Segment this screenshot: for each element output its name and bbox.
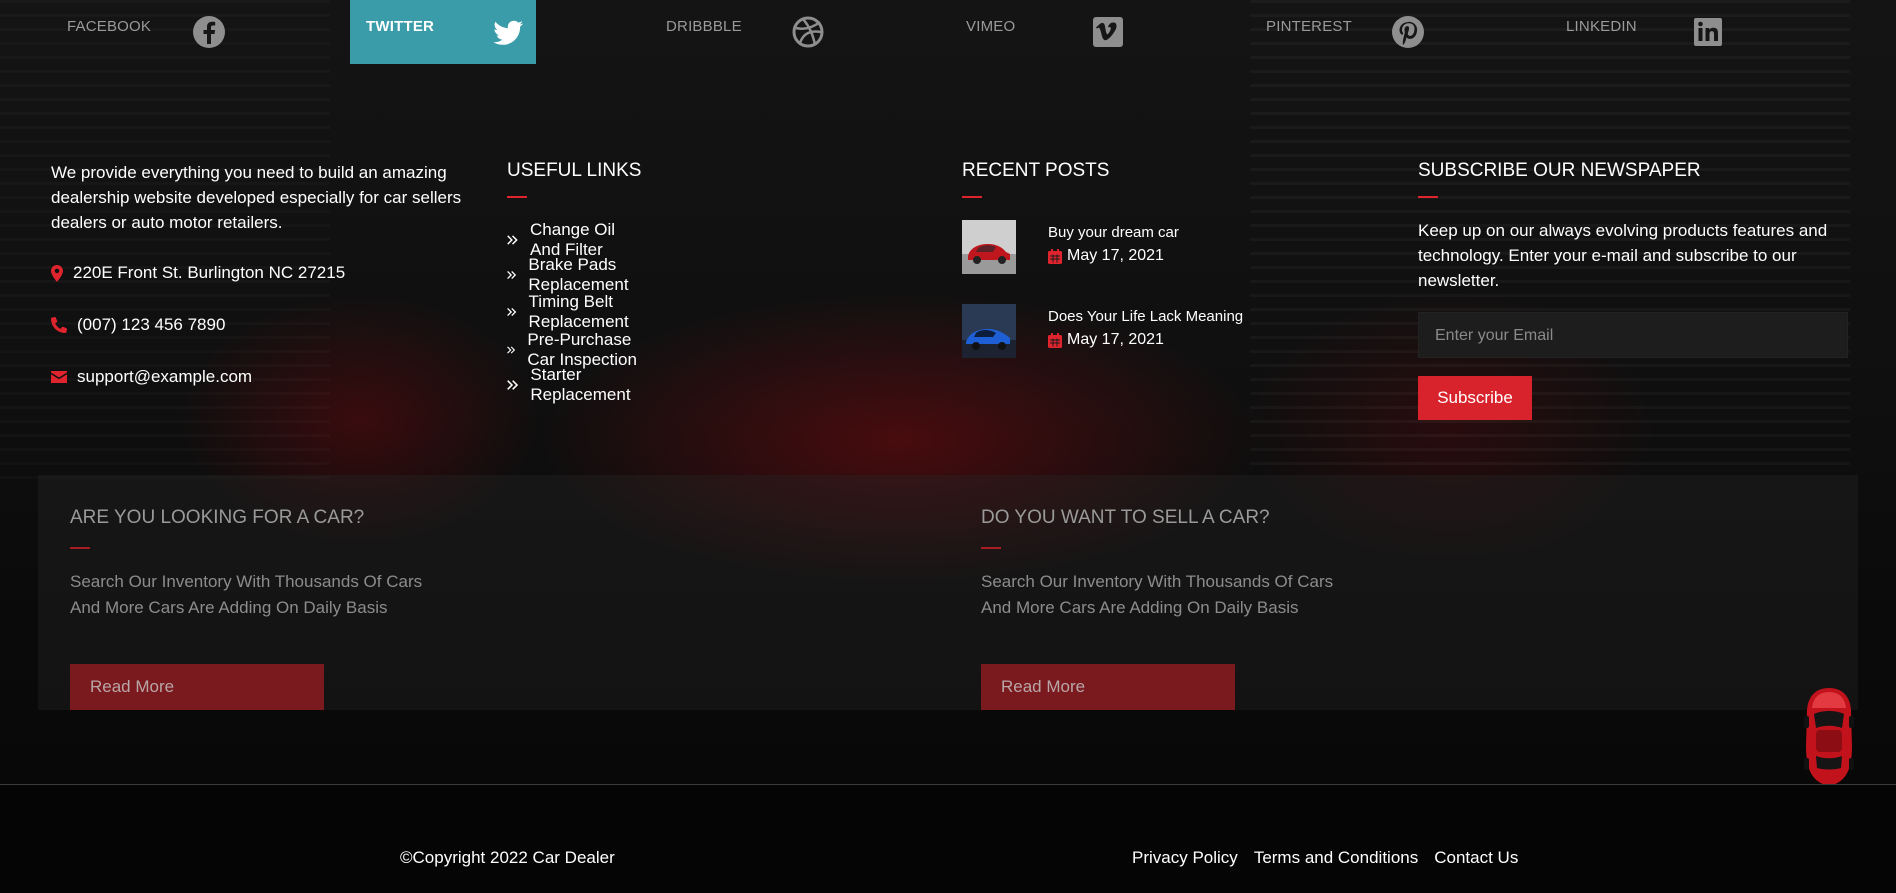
footer-bar [0, 785, 1896, 893]
phone-icon [51, 317, 67, 333]
calendar-icon [1048, 248, 1062, 264]
phone-text[interactable]: (007) 123 456 7890 [77, 315, 225, 335]
social-bar: FACEBOOK TWITTER DRIBBBLE VIMEO PINTERES… [0, 0, 1896, 64]
read-more-button[interactable]: Read More [70, 664, 324, 710]
background-shutter-left [0, 0, 330, 480]
linkedin-icon [1694, 18, 1722, 46]
read-more-button[interactable]: Read More [981, 664, 1235, 710]
cta-title: DO YOU WANT TO SELL A CAR? [981, 507, 1270, 528]
social-label: LINKEDIN [1566, 18, 1637, 35]
useful-link-label: Starter Replacement [530, 365, 631, 404]
phone-line: (007) 123 456 7890 [51, 315, 225, 335]
title-underline [1418, 196, 1438, 198]
privacy-policy-link[interactable]: Privacy Policy [1132, 848, 1238, 868]
post-date: May 17, 2021 [1048, 331, 1164, 349]
title-underline [981, 547, 1001, 549]
contact-us-link[interactable]: Contact Us [1434, 848, 1518, 868]
useful-link[interactable]: Change Oil And Filter [507, 220, 641, 260]
title-underline [507, 196, 527, 198]
post-thumbnail[interactable] [962, 220, 1016, 274]
useful-link-label: Timing Belt Replacement [528, 292, 629, 331]
social-label: DRIBBBLE [666, 18, 742, 35]
double-chevron-right-icon [507, 380, 519, 390]
social-label: FACEBOOK [67, 18, 152, 35]
post-date-text: May 17, 2021 [1067, 247, 1164, 264]
useful-link[interactable]: Starter Replacement [507, 365, 641, 405]
newsletter-widget: SUBSCRIBE OUR NEWSPAPER Keep up on our a… [1418, 160, 1858, 420]
widget-title: SUBSCRIBE OUR NEWSPAPER [1418, 160, 1701, 181]
recent-post[interactable]: Buy your dream car May 17, 2021 [962, 220, 1342, 276]
useful-link[interactable]: Brake Pads Replacement [507, 255, 641, 295]
copyright-text: ©Copyright 2022 Car Dealer [400, 848, 615, 867]
cta-text: Search Our Inventory With Thousands Of C… [981, 569, 1333, 621]
widget-title: USEFUL LINKS [507, 160, 642, 181]
cta-buy-car: ARE YOU LOOKING FOR A CAR? Search Our In… [70, 507, 422, 710]
about-widget: We provide everything you need to build … [51, 160, 471, 386]
double-chevron-right-icon [507, 346, 516, 354]
email-input[interactable]: Enter your Email [1418, 312, 1848, 358]
post-date: May 17, 2021 [1048, 247, 1164, 265]
recent-posts-widget: RECENT POSTS Buy your dream car May 17, … [962, 160, 1243, 358]
twitter-icon [493, 20, 524, 45]
address-line: 220E Front St. Burlington NC 27215 [51, 263, 345, 283]
useful-links-widget: USEFUL LINKS Change Oil And Filter Brake… [507, 160, 642, 404]
useful-link[interactable]: Pre-Purchase Car Inspection [507, 330, 641, 370]
post-title[interactable]: Does Your Life Lack Meaning [1048, 308, 1243, 325]
email-text[interactable]: support@example.com [77, 367, 252, 387]
recent-post[interactable]: Does Your Life Lack Meaning May 17, 2021 [962, 304, 1342, 360]
cta-sell-car: DO YOU WANT TO SELL A CAR? Search Our In… [981, 507, 1333, 710]
address-text: 220E Front St. Burlington NC 27215 [73, 263, 346, 282]
cta-text-line: And More Cars Are Adding On Daily Basis [70, 598, 388, 617]
map-pin-icon [51, 264, 63, 282]
post-title[interactable]: Buy your dream car [1048, 224, 1179, 241]
vimeo-icon [1093, 17, 1123, 47]
social-pinterest[interactable]: PINTEREST [1250, 0, 1436, 64]
social-facebook[interactable]: FACEBOOK [51, 0, 237, 64]
dribbble-icon [792, 16, 824, 48]
social-label: PINTEREST [1266, 18, 1352, 35]
double-chevron-right-icon [507, 235, 518, 245]
about-text: We provide everything you need to build … [51, 163, 462, 232]
cta-title: ARE YOU LOOKING FOR A CAR? [70, 507, 365, 528]
widget-title: RECENT POSTS [962, 160, 1110, 181]
social-label: TWITTER [366, 18, 435, 35]
facebook-icon [193, 16, 225, 48]
newsletter-text: Keep up on our always evolving products … [1418, 221, 1828, 290]
social-dribbble[interactable]: DRIBBBLE [650, 0, 836, 64]
terms-link[interactable]: Terms and Conditions [1254, 848, 1418, 868]
cta-text-line: Search Our Inventory With Thousands Of C… [70, 572, 423, 591]
social-linkedin[interactable]: LINKEDIN [1550, 0, 1736, 64]
useful-link-label: Change Oil And Filter [530, 220, 616, 259]
double-chevron-right-icon [507, 307, 517, 317]
post-date-text: May 17, 2021 [1067, 331, 1164, 348]
useful-link-label: Pre-Purchase Car Inspection [527, 330, 637, 369]
social-label: VIMEO [966, 18, 1016, 35]
calendar-icon [1048, 332, 1062, 348]
post-thumbnail[interactable] [962, 304, 1016, 358]
title-underline [962, 196, 982, 198]
double-chevron-right-icon [507, 271, 517, 279]
cta-text: Search Our Inventory With Thousands Of C… [70, 569, 422, 621]
social-vimeo[interactable]: VIMEO [950, 0, 1136, 64]
cta-text-line: And More Cars Are Adding On Daily Basis [981, 598, 1299, 617]
social-twitter[interactable]: TWITTER [350, 0, 536, 64]
envelope-icon [51, 371, 67, 383]
email-line: support@example.com [51, 367, 252, 387]
cta-band: ARE YOU LOOKING FOR A CAR? Search Our In… [38, 475, 1858, 710]
cta-text-line: Search Our Inventory With Thousands Of C… [981, 572, 1334, 591]
pinterest-icon [1392, 16, 1424, 48]
footer-links: Privacy Policy Terms and Conditions Cont… [1132, 848, 1534, 868]
back-to-top-car-icon[interactable] [1804, 686, 1854, 788]
title-underline [70, 547, 90, 549]
useful-link-label: Brake Pads Replacement [528, 255, 629, 294]
subscribe-button[interactable]: Subscribe [1418, 376, 1532, 420]
useful-link[interactable]: Timing Belt Replacement [507, 292, 641, 332]
